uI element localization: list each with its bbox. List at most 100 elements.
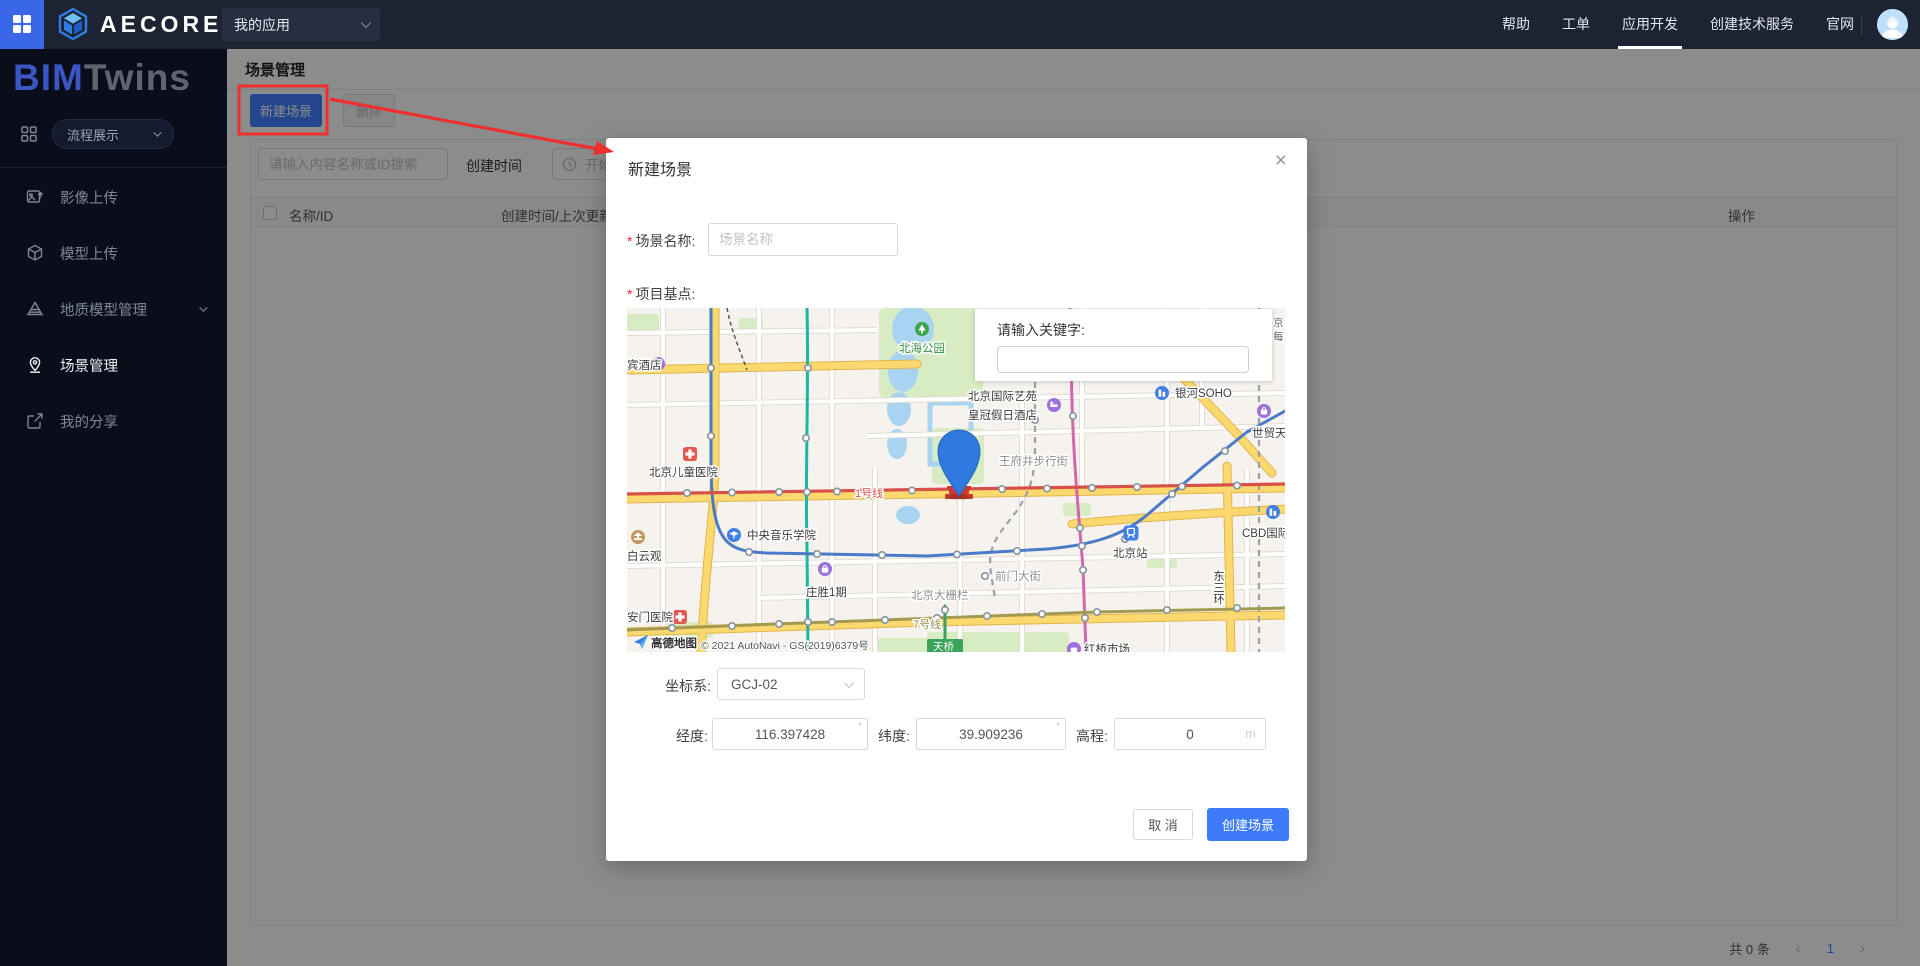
map-label: 安门医院 [627, 610, 673, 624]
topbar-menu: 帮助 工单 应用开发 创建技术服务 官网 [1502, 0, 1854, 49]
layout-grid-button[interactable] [14, 119, 44, 149]
longitude-label: 经度: [676, 726, 708, 746]
sidebar-item-model-upload[interactable]: 模型上传 [0, 225, 227, 281]
aecore-cube-icon [56, 7, 90, 41]
apps-grid-button[interactable] [0, 0, 44, 49]
scene-name-label: *场景名称: [627, 231, 695, 251]
chevron-down-icon [361, 18, 371, 28]
map-label: 前门大街 [995, 569, 1041, 583]
map-label: 东三环 [1212, 570, 1225, 605]
create-scene-button[interactable]: 创建场景 [1207, 808, 1289, 841]
required-mark: * [627, 233, 632, 249]
altitude-field: m [1114, 718, 1266, 750]
sidebar-divider [0, 167, 227, 168]
new-scene-modal: 新建场景 × *场景名称: *项目基点: [606, 138, 1307, 861]
hospital-icon [673, 610, 687, 624]
mode-select-dropdown[interactable]: 流程展示 [52, 119, 174, 149]
sidebar-nav: 影像上传 模型上传 地质模型管理 场景管理 [0, 169, 227, 449]
map-label: CBD国际 [1242, 527, 1285, 540]
share-icon [26, 412, 44, 430]
sidebar-item-geo-model[interactable]: 地质模型管理 [0, 281, 227, 337]
shopping-icon [818, 562, 832, 576]
hotel-icon [1047, 398, 1061, 412]
amap-logo-text: 高德地图 [651, 636, 697, 650]
crs-label: 坐标系: [661, 676, 711, 696]
park-icon [915, 322, 929, 336]
chevron-down-icon [199, 303, 207, 311]
menu-item-official[interactable]: 官网 [1826, 0, 1854, 49]
apps-grid-icon [12, 14, 32, 34]
model-upload-icon [26, 244, 44, 262]
app-select-dropdown[interactable]: 我的应用 [222, 8, 380, 41]
menu-item-help[interactable]: 帮助 [1502, 0, 1530, 49]
altitude-input[interactable] [1115, 719, 1265, 749]
copyright-text: © 2021 AutoNavi - GS(2019)6379号 [701, 640, 869, 652]
map-label: 银河SOHO [1175, 386, 1232, 400]
school-icon [727, 528, 741, 542]
image-upload-icon [26, 188, 44, 206]
sidebar-item-image-upload[interactable]: 影像上传 [0, 169, 227, 225]
brand-twins: Twins [84, 57, 191, 98]
metro-line-label: 7号线 [913, 617, 941, 631]
cancel-button[interactable]: 取 消 [1133, 809, 1193, 840]
chevron-down-icon [153, 128, 161, 136]
degree-unit: ° [858, 721, 862, 731]
temple-icon [631, 530, 645, 544]
meter-unit: m [1245, 726, 1256, 741]
menu-item-techservice[interactable]: 创建技术服务 [1710, 0, 1794, 49]
keyword-label: 请输入关键字: [997, 320, 1085, 340]
user-avatar[interactable] [1877, 9, 1908, 40]
metro-line-4 [806, 308, 808, 652]
sidebar-item-my-share[interactable]: 我的分享 [0, 393, 227, 449]
logo-text: AECORE [100, 11, 222, 38]
brand-bim: BIM [13, 57, 84, 98]
map-label: 王府井步行街 [999, 454, 1068, 468]
scene-name-input[interactable] [708, 223, 898, 256]
sidebar-item-label: 场景管理 [60, 355, 118, 376]
engineer-avatar-icon [1877, 9, 1908, 40]
sidebar-item-label: 我的分享 [60, 411, 118, 432]
brand-logo[interactable]: AECORE [56, 7, 222, 41]
altitude-label: 高程: [1076, 726, 1108, 746]
map-label: 世贸天 [1252, 427, 1285, 440]
base-point-label: *项目基点: [627, 284, 695, 304]
rail-station-icon [1124, 526, 1139, 541]
map-label: 北京儿童医院 [649, 465, 718, 479]
sidebar: BIMTwins 流程展示 影像上传 模型上传 [0, 49, 227, 966]
sidebar-item-label: 模型上传 [60, 243, 118, 264]
crs-select-dropdown[interactable]: GCJ-02 [717, 668, 865, 700]
map-label: 北京大栅栏 [911, 588, 969, 602]
map-label: 北京国际艺苑 [968, 389, 1037, 403]
map-label: 北京站 [1113, 546, 1148, 560]
modal-title: 新建场景 [628, 156, 692, 180]
map-label: 皇冠假日酒店 [968, 408, 1037, 422]
map-label: 庄胜1期 [806, 585, 847, 599]
building-icon [1266, 505, 1280, 519]
latitude-input[interactable] [917, 719, 1065, 749]
crs-select-value: GCJ-02 [731, 677, 778, 692]
sidebar-item-scene-management[interactable]: 场景管理 [0, 337, 227, 393]
longitude-input[interactable] [713, 719, 867, 749]
map-label: 宾酒店 [627, 358, 662, 372]
grid-icon [20, 125, 38, 143]
close-icon[interactable]: × [1275, 150, 1287, 171]
longitude-field: ° [712, 718, 868, 750]
app-select-value: 我的应用 [234, 15, 290, 35]
metro-line-label: 1号线 [855, 486, 883, 500]
menu-item-appdev[interactable]: 应用开发 [1622, 0, 1678, 49]
building-icon [1155, 386, 1169, 400]
latitude-label: 纬度: [878, 726, 910, 746]
map-label-clipped: 京 [1273, 316, 1284, 329]
sidebar-item-label: 地质模型管理 [60, 299, 147, 320]
keyword-search-panel: 请输入关键字: [975, 309, 1272, 381]
mode-row: 流程展示 [14, 117, 213, 151]
topbar-divider [1861, 15, 1862, 35]
required-mark: * [627, 286, 632, 302]
menu-item-workorder[interactable]: 工单 [1562, 0, 1590, 49]
degree-unit: ° [1056, 721, 1060, 731]
map-label: 北海公园 [899, 341, 945, 355]
map-pin-icon [26, 356, 44, 374]
keyword-input[interactable] [997, 346, 1249, 373]
location-map[interactable]: 宾酒店 北海公园 北京国际艺苑 皇冠假日酒店 银河SOHO 世贸天 王府井步行街… [627, 308, 1285, 652]
topbar: AECORE 我的应用 帮助 工单 应用开发 创建技术服务 官网 [0, 0, 1920, 49]
